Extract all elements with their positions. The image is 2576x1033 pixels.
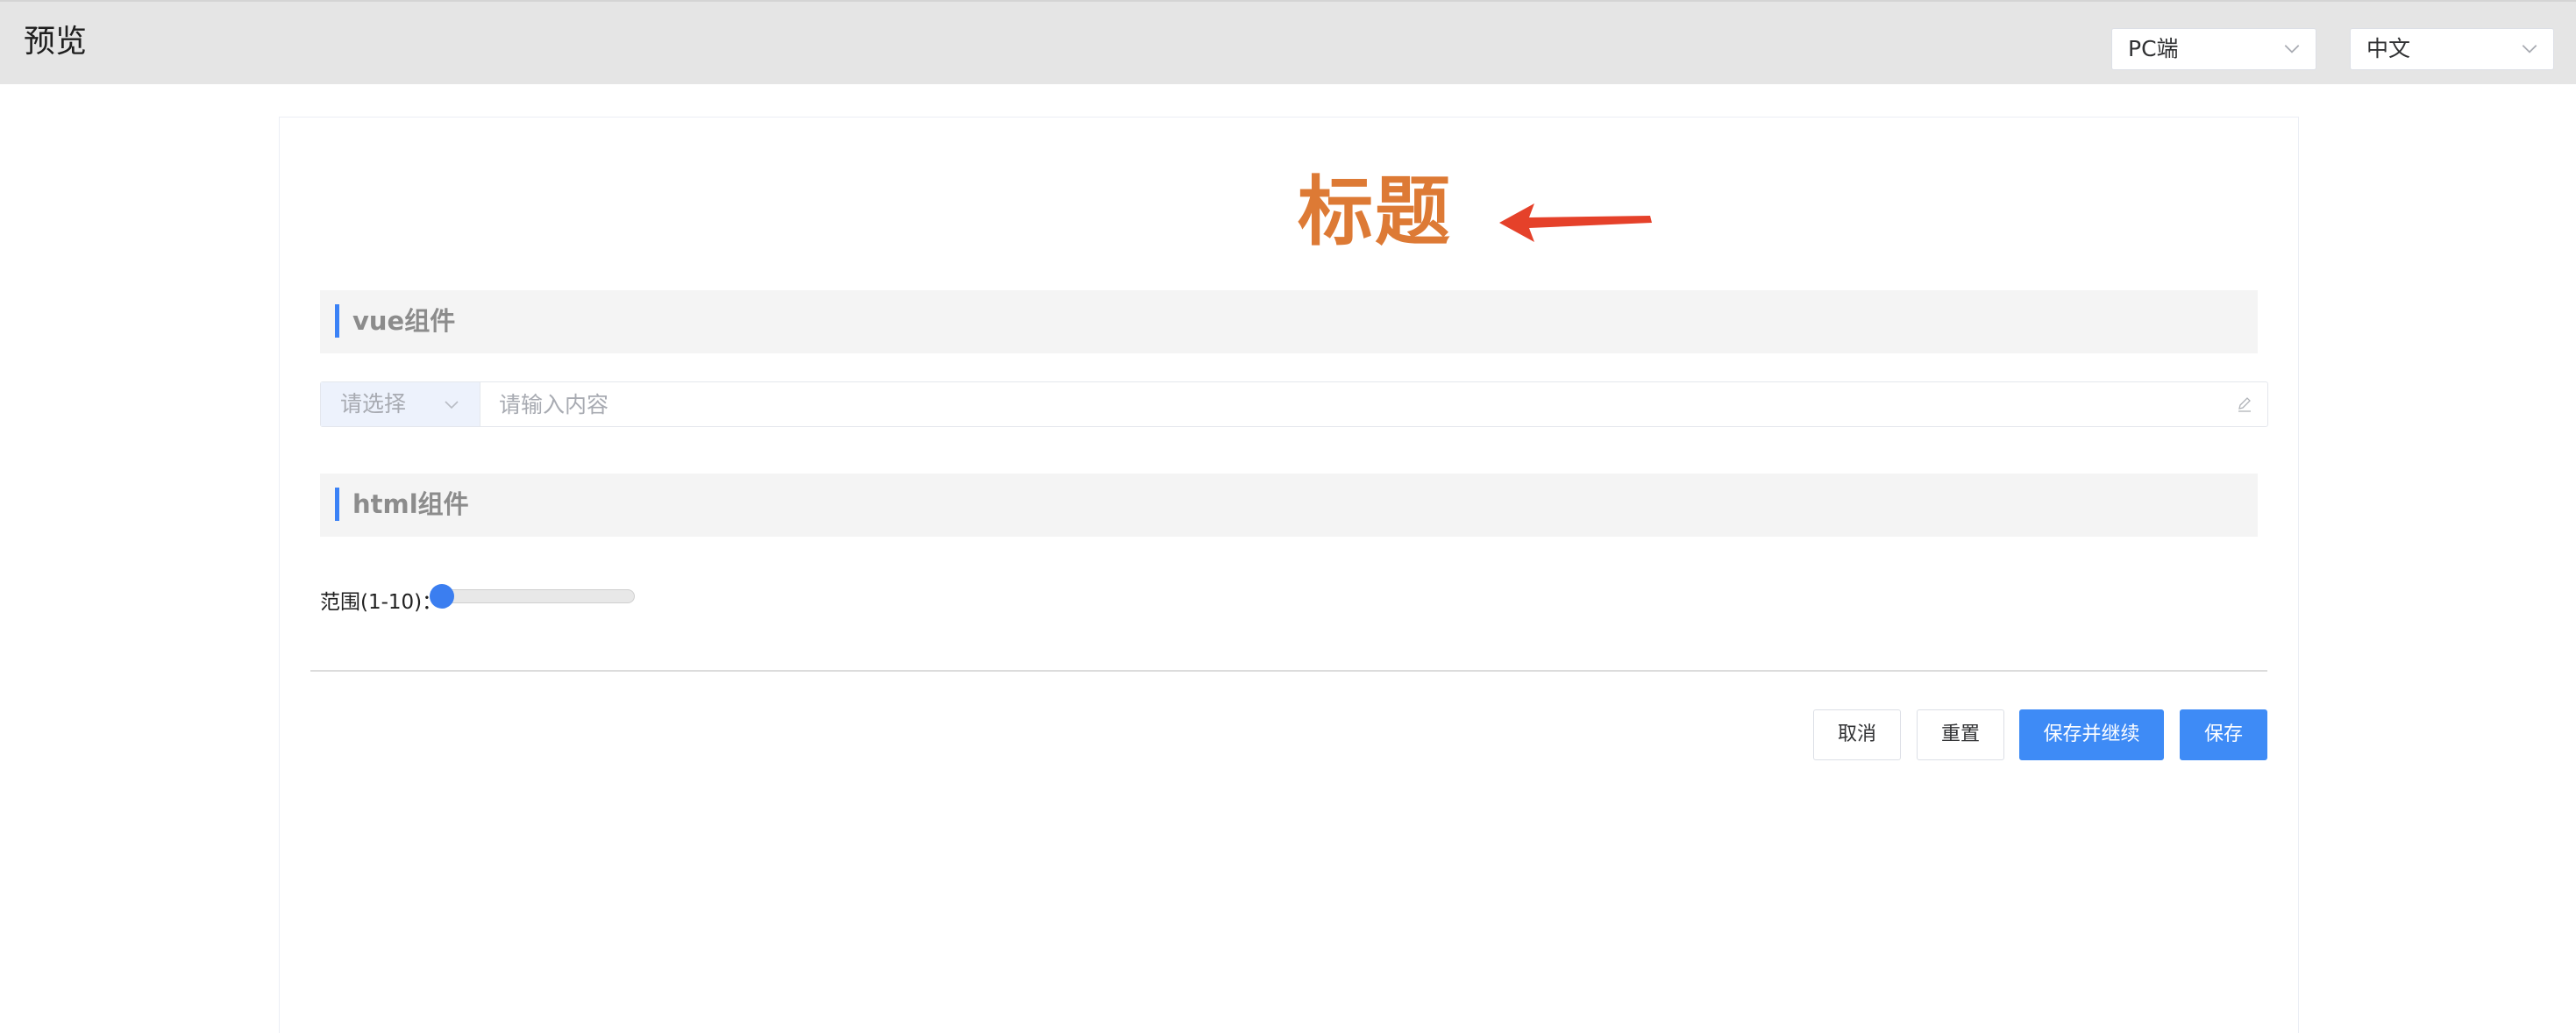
section-header-html: html组件 — [320, 474, 2258, 537]
save-and-continue-button[interactable]: 保存并继续 — [2019, 709, 2164, 760]
range-label: 范围(1-10)： — [320, 591, 443, 614]
form-title: 标题 — [1298, 168, 1452, 256]
language-select-value: 中文 — [2366, 36, 2411, 61]
form-card — [279, 117, 2299, 1033]
select-input-group: 请选择 — [320, 381, 2268, 427]
chevron-down-icon — [2284, 45, 2300, 53]
range-slider-track[interactable] — [433, 589, 635, 603]
platform-select-value: PC端 — [2128, 36, 2179, 61]
footer-divider — [310, 670, 2267, 672]
top-header: 预览 PC端 中文 — [0, 0, 2576, 84]
section-title-html: html组件 — [352, 489, 469, 519]
chevron-down-icon — [2522, 45, 2537, 53]
annotation-arrow-icon — [1499, 203, 1652, 242]
save-button[interactable]: 保存 — [2180, 709, 2267, 760]
prefix-select[interactable]: 请选择 — [321, 382, 480, 426]
section-accent-bar — [335, 488, 339, 521]
edit-icon[interactable] — [2236, 395, 2253, 413]
cancel-button[interactable]: 取消 — [1813, 709, 1901, 760]
section-accent-bar — [335, 304, 339, 338]
reset-button[interactable]: 重置 — [1917, 709, 2004, 760]
prefix-select-placeholder: 请选择 — [340, 391, 407, 417]
section-title-vue: vue组件 — [352, 306, 456, 336]
section-header-vue: vue组件 — [320, 290, 2258, 353]
content-input[interactable] — [481, 382, 2235, 426]
chevron-down-icon — [445, 401, 459, 410]
page-title: 预览 — [24, 24, 88, 60]
language-select[interactable]: 中文 — [2350, 28, 2554, 70]
platform-select[interactable]: PC端 — [2111, 28, 2316, 70]
range-slider-thumb[interactable] — [430, 584, 454, 609]
